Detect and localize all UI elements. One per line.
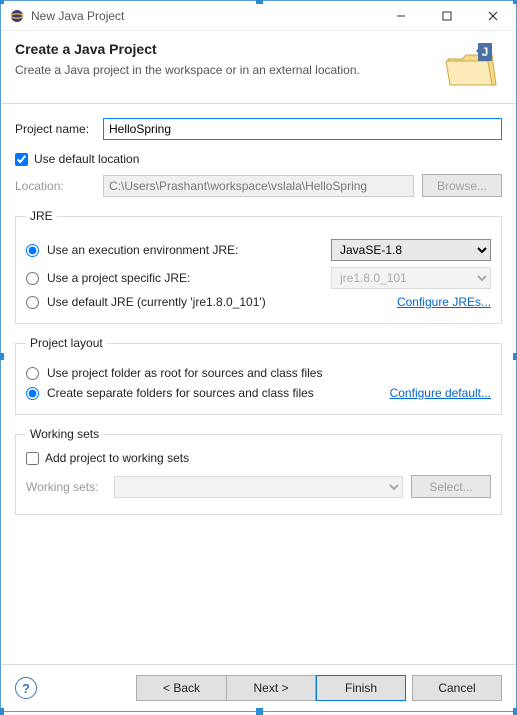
cancel-button[interactable]: Cancel (412, 675, 502, 701)
page-title: Create a Java Project (15, 41, 442, 57)
add-working-sets-label: Add project to working sets (45, 451, 189, 465)
use-default-location-input[interactable] (15, 153, 28, 166)
project-name-label: Project name: (15, 122, 103, 136)
working-sets-label: Working sets: (26, 480, 114, 494)
add-working-sets-input[interactable] (26, 452, 39, 465)
jre-legend: JRE (26, 209, 57, 223)
page-subtitle: Create a Java project in the workspace o… (15, 63, 442, 77)
help-button[interactable]: ? (15, 677, 37, 699)
jre-default-radio[interactable] (26, 296, 39, 309)
select-working-sets-button: Select... (411, 475, 491, 498)
working-sets-select (114, 476, 403, 498)
layout-root-radio[interactable] (26, 367, 39, 380)
jre-exec-env-label[interactable]: Use an execution environment JRE: (47, 243, 323, 257)
working-sets-legend: Working sets (26, 427, 103, 441)
use-default-location-checkbox[interactable]: Use default location (15, 152, 139, 166)
configure-jres-link[interactable]: Configure JREs... (397, 295, 491, 309)
titlebar: New Java Project (1, 1, 516, 31)
add-working-sets-checkbox[interactable]: Add project to working sets (26, 451, 189, 465)
project-layout-group: Project layout Use project folder as roo… (15, 336, 502, 415)
configure-default-link[interactable]: Configure default... (390, 386, 491, 400)
folder-java-icon: J (442, 41, 502, 91)
wizard-header: Create a Java Project Create a Java proj… (1, 31, 516, 104)
layout-separate-radio[interactable] (26, 387, 39, 400)
maximize-button[interactable] (424, 1, 470, 31)
close-button[interactable] (470, 1, 516, 31)
browse-button: Browse... (422, 174, 502, 197)
finish-button[interactable]: Finish (316, 675, 406, 701)
project-layout-legend: Project layout (26, 336, 107, 350)
svg-text:J: J (482, 45, 489, 59)
jre-project-specific-label[interactable]: Use a project specific JRE: (47, 271, 323, 285)
wizard-footer: ? < Back Next > Finish Cancel (1, 664, 516, 711)
minimize-button[interactable] (378, 1, 424, 31)
jre-group: JRE Use an execution environment JRE: Ja… (15, 209, 502, 324)
window-title: New Java Project (31, 9, 378, 23)
use-default-location-label: Use default location (34, 152, 139, 166)
layout-separate-label[interactable]: Create separate folders for sources and … (47, 386, 382, 400)
jre-project-specific-radio[interactable] (26, 272, 39, 285)
jre-exec-env-select[interactable]: JavaSE-1.8 (331, 239, 491, 261)
layout-root-label[interactable]: Use project folder as root for sources a… (47, 366, 491, 380)
project-name-input[interactable] (103, 118, 502, 140)
next-button[interactable]: Next > (226, 675, 316, 701)
eclipse-icon (9, 8, 25, 24)
back-button[interactable]: < Back (136, 675, 226, 701)
jre-exec-env-radio[interactable] (26, 244, 39, 257)
working-sets-group: Working sets Add project to working sets… (15, 427, 502, 515)
location-label: Location: (15, 179, 103, 193)
location-input (103, 175, 414, 197)
jre-project-specific-select: jre1.8.0_101 (331, 267, 491, 289)
jre-default-label[interactable]: Use default JRE (currently 'jre1.8.0_101… (47, 295, 389, 309)
